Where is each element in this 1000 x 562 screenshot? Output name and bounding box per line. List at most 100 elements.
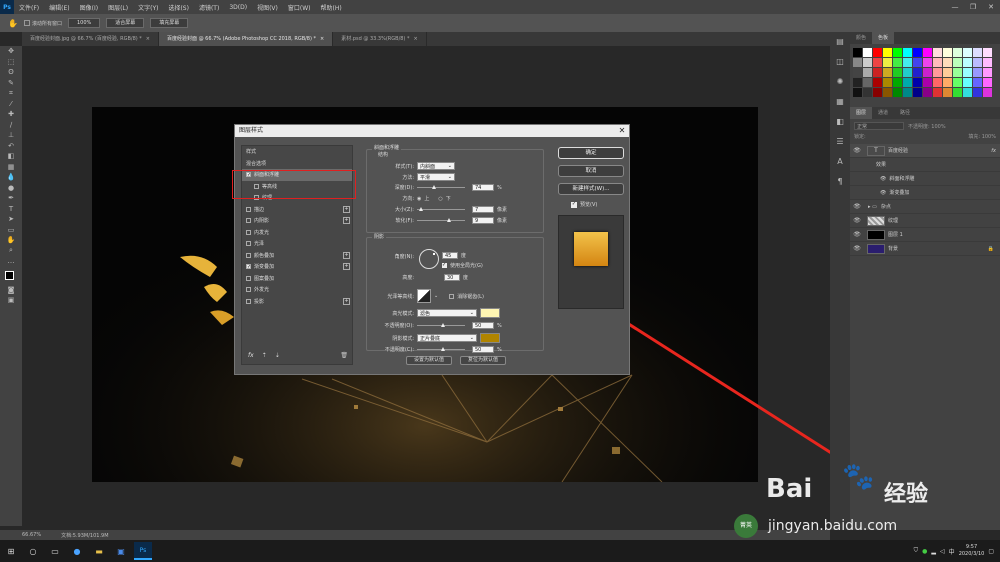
soften-input[interactable]: 9 <box>472 217 494 224</box>
opacity-label[interactable]: 不透明度: 100% <box>908 123 946 130</box>
shadow-mode-select[interactable]: 正片叠底 ⌄ <box>417 334 477 342</box>
layer-row[interactable]: 👁 T 百度经验 fx <box>850 144 1000 158</box>
swatch[interactable] <box>983 48 992 57</box>
swatch[interactable] <box>933 78 942 87</box>
swatches-grid[interactable] <box>850 44 1000 101</box>
windows-start-icon[interactable]: ⊞ <box>2 542 20 560</box>
swatch[interactable] <box>873 48 882 57</box>
swatch[interactable] <box>923 78 932 87</box>
swatch[interactable] <box>863 78 872 87</box>
checkbox-icon[interactable] <box>246 252 251 258</box>
layer-effect-item[interactable]: 👁 渐变叠加 <box>850 186 1000 200</box>
swatch[interactable] <box>963 48 972 57</box>
add-icon[interactable]: + <box>343 251 350 259</box>
swatch[interactable] <box>893 68 902 77</box>
swatch[interactable] <box>973 78 982 87</box>
layer-effect-item[interactable]: 👁 斜面和浮雕 <box>850 172 1000 186</box>
eye-icon[interactable]: 👁 <box>850 203 864 210</box>
soften-slider[interactable] <box>417 218 465 222</box>
swatch[interactable] <box>933 48 942 57</box>
blend-options-item[interactable]: 混合选项 <box>242 158 352 170</box>
swatch[interactable] <box>963 68 972 77</box>
swatch[interactable] <box>913 78 922 87</box>
swatch[interactable] <box>863 68 872 77</box>
swatch[interactable] <box>943 68 952 77</box>
add-icon[interactable]: + <box>343 297 350 305</box>
checkbox-icon[interactable] <box>246 287 251 293</box>
paragraph-panel-icon[interactable]: ¶ <box>830 172 850 192</box>
angle-dial[interactable] <box>419 249 439 269</box>
swatch[interactable] <box>863 58 872 67</box>
styles-panel-icon[interactable]: ▦ <box>830 92 850 112</box>
swatch[interactable] <box>873 68 882 77</box>
radio-down[interactable]: ○ <box>438 196 442 202</box>
swatch[interactable] <box>873 88 882 97</box>
fx-icon[interactable]: fx <box>248 352 254 359</box>
angle-input[interactable]: 45 <box>442 252 458 259</box>
style-item-outer-glow[interactable]: 外发光 <box>242 284 352 296</box>
tab-swatches[interactable]: 色板 <box>872 32 895 44</box>
checkbox-icon[interactable] <box>246 218 251 224</box>
dialog-close-icon[interactable]: ✕ <box>615 125 629 137</box>
swatch[interactable] <box>893 88 902 97</box>
swatch[interactable] <box>883 88 892 97</box>
swatch[interactable] <box>933 88 942 97</box>
style-item-color-overlay[interactable]: 颜色叠加 + <box>242 250 352 262</box>
volume-icon[interactable]: ◁ <box>940 548 945 555</box>
layer-row[interactable]: 👁 背景 🔒 <box>850 242 1000 256</box>
swatch[interactable] <box>883 68 892 77</box>
swatch[interactable] <box>983 58 992 67</box>
swatch[interactable] <box>903 68 912 77</box>
gloss-contour-picker[interactable] <box>417 289 431 303</box>
doc-size[interactable]: 文档:5.93M/101.9M <box>61 532 108 539</box>
tab-layers[interactable]: 图层 <box>850 107 873 119</box>
swatch[interactable] <box>973 58 982 67</box>
swatch[interactable] <box>903 48 912 57</box>
swatch[interactable] <box>973 88 982 97</box>
swatch[interactable] <box>953 88 962 97</box>
task-view-icon[interactable]: ▭ <box>46 542 64 560</box>
swatch[interactable] <box>963 58 972 67</box>
swatch[interactable] <box>933 58 942 67</box>
ok-button[interactable]: 确定 <box>558 147 624 159</box>
antialias-checkbox[interactable] <box>449 293 455 299</box>
size-slider[interactable] <box>417 207 465 211</box>
styles-header[interactable]: 样式 <box>242 146 352 158</box>
depth-slider[interactable] <box>417 185 465 189</box>
swatch[interactable] <box>853 88 862 97</box>
adjustments-panel-icon[interactable]: ✺ <box>830 72 850 92</box>
method-select[interactable]: 平滑 ⌄ <box>417 173 455 181</box>
eye-icon[interactable]: 👁 <box>880 190 886 196</box>
swatch[interactable] <box>943 78 952 87</box>
slider-handle[interactable] <box>432 185 436 189</box>
layer-group-row[interactable]: 👁 ▸ ▭ 杂点 <box>850 200 1000 214</box>
swatch[interactable] <box>983 68 992 77</box>
swatch[interactable] <box>913 48 922 57</box>
eye-icon[interactable]: 👁 <box>850 245 864 252</box>
swatch[interactable] <box>933 68 942 77</box>
swatch[interactable] <box>893 78 902 87</box>
checkbox-icon[interactable] <box>246 275 251 281</box>
app-icon[interactable]: ▣ <box>112 542 130 560</box>
swatch[interactable] <box>963 78 972 87</box>
eye-icon[interactable]: 👁 <box>850 231 864 238</box>
altitude-input[interactable]: 30 <box>444 274 460 281</box>
preview-checkbox[interactable]: ✓ <box>571 201 577 208</box>
move-up-icon[interactable]: ⇡ <box>262 352 267 359</box>
style-item-inner-shadow[interactable]: 内阴影 + <box>242 215 352 227</box>
style-item-inner-glow[interactable]: 内发光 <box>242 227 352 239</box>
reset-default-button[interactable]: 复位为默认值 <box>460 356 506 365</box>
new-style-button[interactable]: 新建样式(W)... <box>558 183 624 195</box>
depth-input[interactable]: 74 <box>472 184 494 191</box>
add-icon[interactable]: + <box>343 217 350 224</box>
swatch[interactable] <box>943 58 952 67</box>
style-item-gradient-overlay[interactable]: ✓ 渐变叠加 + <box>242 261 352 273</box>
swatch[interactable] <box>883 58 892 67</box>
chevron-down-icon[interactable]: ⌄ <box>434 293 438 299</box>
checkbox-icon[interactable] <box>246 229 251 235</box>
add-icon[interactable]: + <box>343 263 350 270</box>
style-item-stroke[interactable]: 描边 + <box>242 204 352 216</box>
swatch[interactable] <box>953 68 962 77</box>
clock[interactable]: 9:57 2020/3/10 <box>959 544 985 558</box>
cancel-button[interactable]: 取消 <box>558 165 624 177</box>
